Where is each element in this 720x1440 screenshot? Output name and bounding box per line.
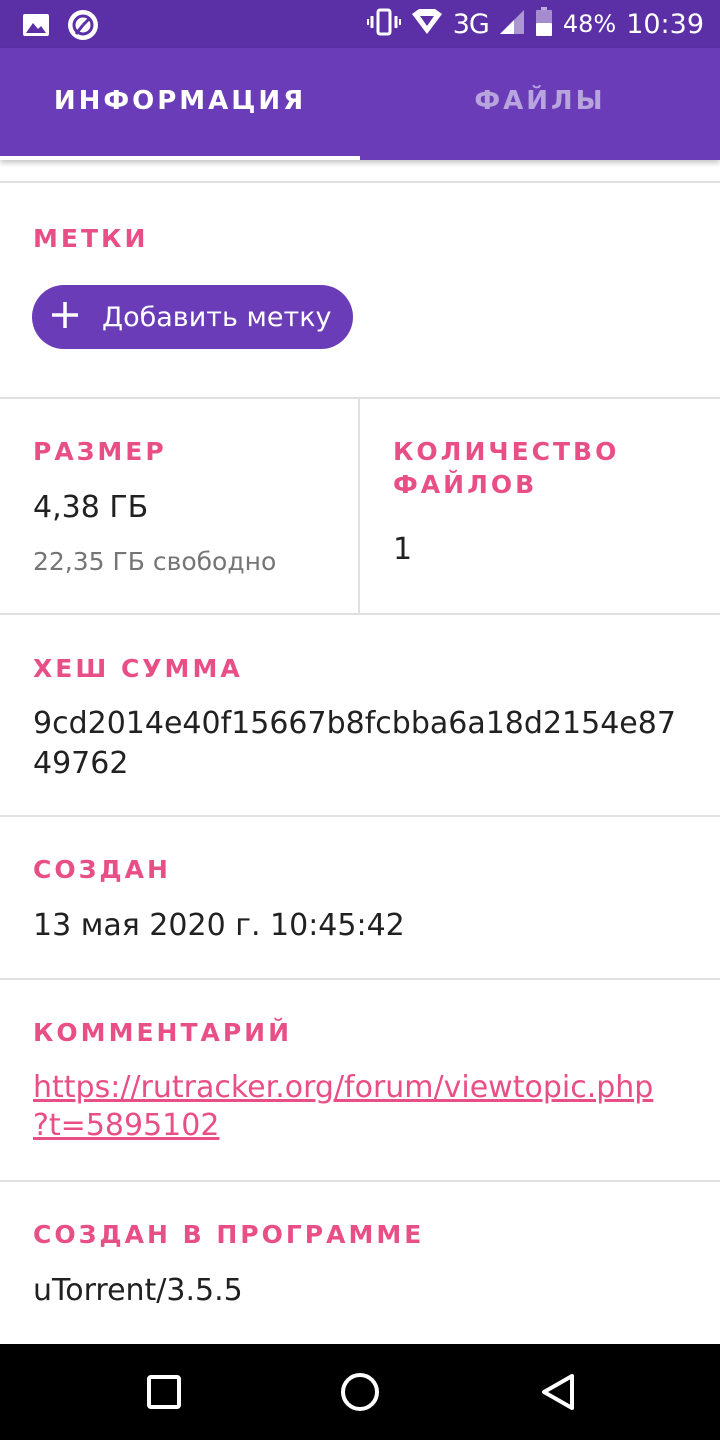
tab-files-label: ФАЙЛЫ (474, 86, 606, 116)
signal-icon (499, 9, 525, 40)
hash-value: 9cd2014e40f15667b8fcbba6a18d2154e87 4976… (33, 704, 676, 784)
back-triangle-icon[interactable] (534, 1368, 582, 1416)
size-filecount-row: РАЗМЕР 4,38 ГБ 22,35 ГБ свободно КОЛИЧЕС… (0, 399, 720, 613)
file-count-value: 1 (393, 532, 413, 567)
size-section: РАЗМЕР 4,38 ГБ 22,35 ГБ свободно (0, 399, 358, 613)
image-icon (22, 11, 50, 44)
status-bar: 3G 48% 10:39 (0, 0, 720, 48)
tab-files[interactable]: ФАЙЛЫ (360, 48, 720, 160)
tags-section: МЕТКИ Добавить метку (0, 183, 720, 397)
tab-bar: ИНФОРМАЦИЯ ФАЙЛЫ (0, 48, 720, 160)
created-by-value: uTorrent/3.5.5 (33, 1273, 243, 1308)
size-title: РАЗМЕР (33, 437, 167, 466)
tab-info[interactable]: ИНФОРМАЦИЯ (0, 48, 360, 160)
comment-link-line1: https://rutracker.org/forum/viewtopic.ph… (33, 1070, 654, 1105)
add-tag-label: Добавить метку (102, 301, 332, 333)
torrent-info-content: МЕТКИ Добавить метку РАЗМЕР 4,38 ГБ 22,3… (0, 160, 720, 1344)
plus-icon (50, 300, 80, 335)
created-by-section: СОЗДАН В ПРОГРАММЕ uTorrent/3.5.5 (0, 1182, 720, 1344)
tab-info-label: ИНФОРМАЦИЯ (53, 86, 307, 116)
add-tag-button[interactable]: Добавить метку (32, 285, 353, 349)
wifi-icon (411, 8, 443, 41)
comment-link[interactable]: https://rutracker.org/forum/viewtopic.ph… (33, 1069, 653, 1145)
created-value: 13 мая 2020 г. 10:45:42 (33, 908, 405, 943)
hash-section: ХЕШ СУММА 9cd2014e40f15667b8fcbba6a18d21… (0, 615, 720, 815)
created-title: СОЗДАН (33, 855, 171, 884)
hash-title: ХЕШ СУММА (33, 654, 243, 683)
file-count-section: КОЛИЧЕСТВО ФАЙЛОВ 1 (360, 399, 720, 613)
network-type: 3G (452, 8, 490, 40)
file-count-title: КОЛИЧЕСТВО ФАЙЛОВ (393, 435, 619, 501)
size-value: 4,38 ГБ (33, 490, 149, 525)
tags-title: МЕТКИ (33, 224, 149, 253)
created-section: СОЗДАН 13 мая 2020 г. 10:45:42 (0, 817, 720, 978)
free-space: 22,35 ГБ свободно (33, 547, 277, 576)
created-by-title: СОЗДАН В ПРОГРАММЕ (33, 1220, 425, 1249)
battery-icon (535, 6, 553, 42)
comment-title: КОММЕНТАРИЙ (33, 1018, 293, 1047)
recent-apps-square-icon[interactable] (140, 1368, 188, 1416)
navigation-bar (0, 1344, 720, 1440)
sync-app-icon (66, 8, 100, 47)
file-count-title-line1: КОЛИЧЕСТВО (393, 437, 620, 466)
hash-line2: 49762 (33, 746, 129, 781)
vibrate-icon (366, 8, 401, 41)
home-circle-icon[interactable] (336, 1368, 384, 1416)
clock: 10:39 (626, 8, 704, 40)
comment-section: КОММЕНТАРИЙ https://rutracker.org/forum/… (0, 980, 720, 1180)
comment-link-line2: ?t=5895102 (33, 1108, 220, 1143)
battery-percent: 48% (562, 10, 617, 38)
file-count-title-line2: ФАЙЛОВ (393, 470, 538, 499)
hash-line1: 9cd2014e40f15667b8fcbba6a18d2154e87 (33, 706, 676, 741)
